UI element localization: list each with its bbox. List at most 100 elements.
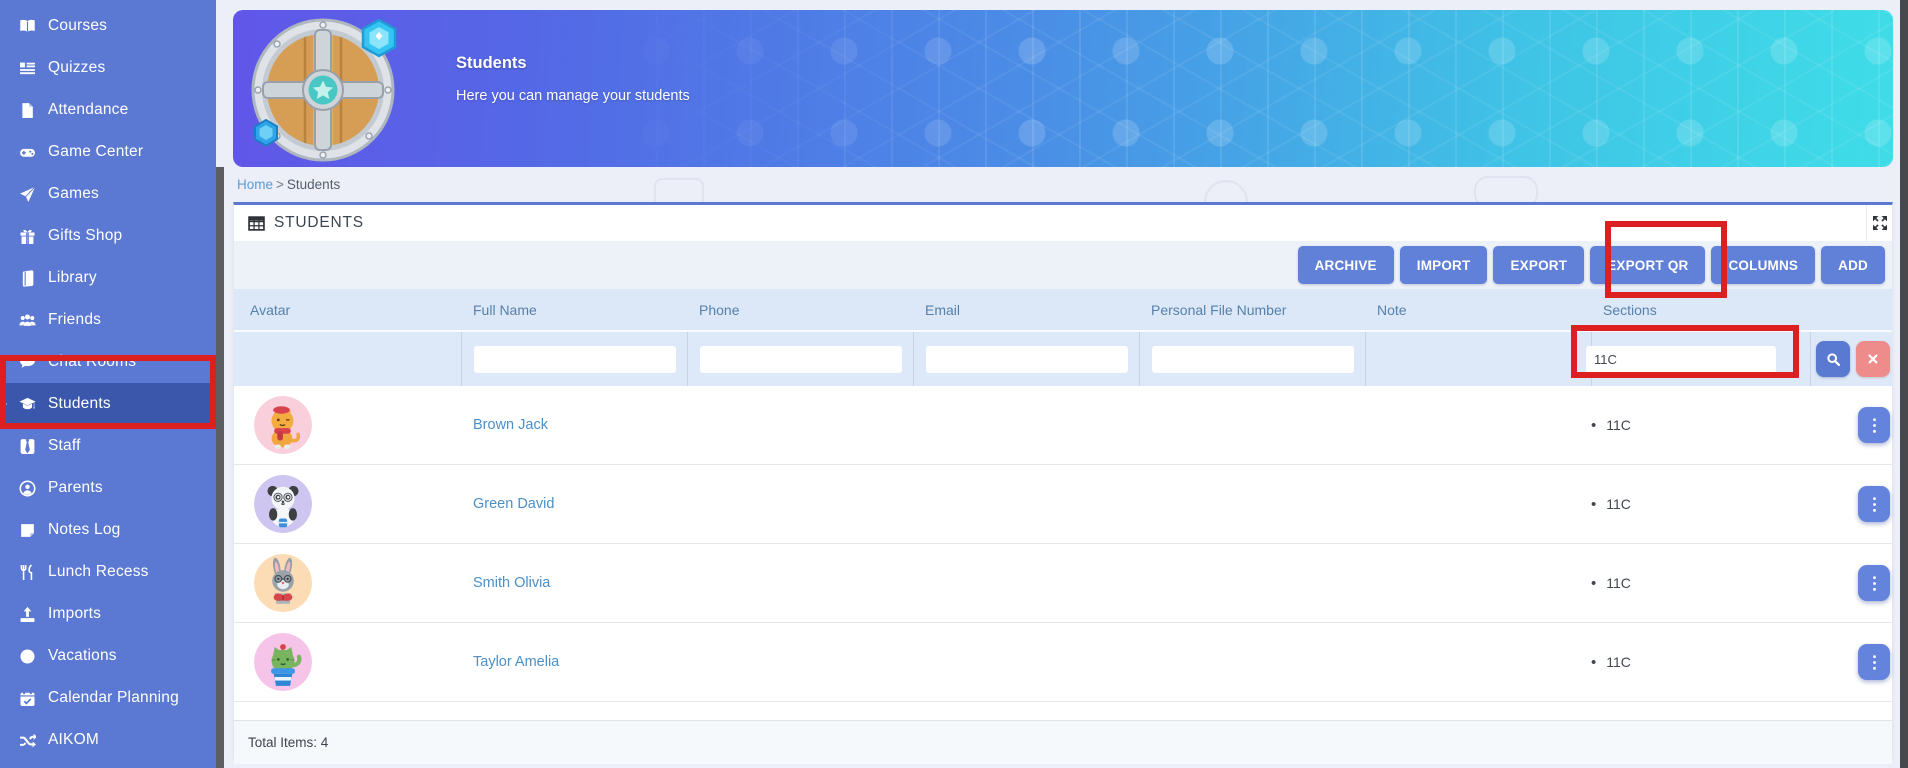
sidebar-item-chat-rooms[interactable]: Chat Rooms (0, 341, 216, 383)
student-name-link[interactable]: Green David (461, 496, 554, 512)
book-icon (17, 269, 37, 287)
chat-bubble-icon (17, 353, 37, 371)
sticky-note-icon (17, 521, 37, 539)
cell-sections: 11C (1591, 386, 1810, 464)
columns-button[interactable]: COLUMNS (1711, 246, 1815, 284)
sidebar-item-lunch-recess[interactable]: Lunch Recess (0, 551, 216, 593)
cell-email (913, 623, 1139, 701)
filter-cell-note (1365, 332, 1591, 386)
breadcrumb-home-link[interactable]: Home (237, 177, 273, 192)
expand-button[interactable] (1866, 205, 1892, 241)
filter-input-personal-file-number[interactable] (1152, 346, 1354, 373)
sidebar-item-parents[interactable]: Parents (0, 467, 216, 509)
student-name-link[interactable]: Brown Jack (461, 417, 548, 433)
shuffle-icon (17, 731, 37, 749)
panel-title: STUDENTS (274, 214, 364, 232)
users-icon (17, 311, 37, 329)
sidebar-item-imports[interactable]: Imports (0, 593, 216, 635)
filter-input-sections[interactable] (1586, 346, 1776, 373)
cell-personal-file-number (1139, 623, 1365, 701)
sidebar-item-label: Game Center (48, 143, 143, 161)
vertical-ellipsis-icon (1872, 496, 1877, 513)
filter-clear-button[interactable] (1856, 341, 1890, 377)
sidebar-item-aikom[interactable]: AIKOM (0, 719, 216, 761)
filter-input-full-name[interactable] (474, 346, 676, 373)
filter-input-phone[interactable] (700, 346, 902, 373)
gift-icon (17, 227, 37, 245)
sidebar-item-friends[interactable]: Friends (0, 299, 216, 341)
sidebar-item-label: Calendar Planning (48, 689, 179, 707)
add-button[interactable]: ADD (1821, 246, 1885, 284)
table-toolbar: ARCHIVE IMPORT EXPORT EXPORT QR COLUMNS … (234, 241, 1892, 289)
sidebar-item-label: Students (48, 395, 111, 413)
filter-input-email[interactable] (926, 346, 1128, 373)
upload-icon (17, 605, 37, 623)
sidebar-nav: Courses Quizzes Attendance Game Center Games… (0, 0, 216, 768)
avatar-cactus-cat-illustration[interactable] (254, 633, 312, 691)
row-actions-button[interactable] (1858, 644, 1890, 680)
cell-phone (687, 386, 913, 464)
column-header-avatar[interactable]: Avatar (234, 302, 461, 318)
sidebar-item-label: Imports (48, 605, 101, 623)
column-header-sections[interactable]: Sections (1591, 302, 1810, 318)
avatar-bunny-illustration[interactable] (254, 554, 312, 612)
row-actions-button[interactable] (1858, 486, 1890, 522)
sidebar-item-label: Library (48, 269, 97, 287)
page-scrollbar[interactable] (1900, 0, 1908, 768)
gamepad-icon (17, 143, 37, 161)
column-header-full-name[interactable]: Full Name (461, 302, 687, 318)
sidebar-scrollbar[interactable] (216, 167, 224, 768)
sidebar-item-label: Games (48, 185, 99, 203)
row-actions-button[interactable] (1858, 407, 1890, 443)
table-footer: Total Items: 4 (234, 720, 1892, 764)
export-qr-button[interactable]: EXPORT QR (1590, 246, 1705, 284)
sidebar-item-attendance[interactable]: Attendance (0, 89, 216, 131)
student-name-link[interactable]: Smith Olivia (461, 575, 550, 591)
sidebar-item-courses[interactable]: Courses (0, 5, 216, 47)
vertical-ellipsis-icon (1872, 654, 1877, 671)
cell-note (1365, 386, 1591, 464)
sidebar-item-notes-log[interactable]: Notes Log (0, 509, 216, 551)
gem-small-icon (255, 120, 277, 146)
export-button[interactable]: EXPORT (1493, 246, 1584, 284)
avatar-panda-illustration[interactable] (254, 475, 312, 533)
filter-search-button[interactable] (1816, 341, 1850, 377)
archive-button[interactable]: ARCHIVE (1298, 246, 1394, 284)
main-content: Students Here you can manage your studen… (224, 0, 1900, 768)
import-button[interactable]: IMPORT (1400, 246, 1488, 284)
sidebar-item-staff[interactable]: Staff (0, 425, 216, 467)
vertical-ellipsis-icon (1872, 575, 1877, 592)
total-items-label: Total Items: 4 (248, 735, 328, 750)
user-circle-icon (17, 479, 37, 497)
expand-arrows-icon (1872, 215, 1888, 231)
row-actions-button[interactable] (1858, 565, 1890, 601)
column-header-note[interactable]: Note (1365, 302, 1591, 318)
sidebar-item-label: AIKOM (48, 731, 99, 749)
cell-email (913, 544, 1139, 622)
shield-illustration (245, 14, 410, 167)
sidebar-item-vacations[interactable]: Vacations (0, 635, 216, 677)
sidebar-item-game-center[interactable]: Game Center (0, 131, 216, 173)
column-header-phone[interactable]: Phone (687, 302, 913, 318)
sidebar-item-games[interactable]: Games (0, 173, 216, 215)
x-icon (1867, 353, 1879, 365)
sidebar-item-label: Chat Rooms (48, 353, 136, 371)
file-icon (17, 101, 37, 119)
sidebar-item-gifts-shop[interactable]: Gifts Shop (0, 215, 216, 257)
column-header-personal-file-number[interactable]: Personal File Number (1139, 302, 1365, 318)
vertical-ellipsis-icon (1872, 417, 1877, 434)
sidebar-item-students[interactable]: Students (0, 383, 216, 425)
avatar-cat-illustration[interactable] (254, 396, 312, 454)
cell-note (1365, 623, 1591, 701)
sidebar-item-quizzes[interactable]: Quizzes (0, 47, 216, 89)
filter-cell-avatar (234, 332, 461, 386)
breadcrumb-separator: > (276, 177, 284, 192)
sidebar-item-calendar-planning[interactable]: Calendar Planning (0, 677, 216, 719)
column-header-email[interactable]: Email (913, 302, 1139, 318)
student-name-link[interactable]: Taylor Amelia (461, 654, 559, 670)
sidebar-item-library[interactable]: Library (0, 257, 216, 299)
cell-note (1365, 544, 1591, 622)
sidebar-item-label: Quizzes (48, 59, 105, 77)
cell-note (1365, 465, 1591, 543)
students-panel: STUDENTS ARCHIVE IMPORT EXPORT EXPORT QR… (233, 202, 1893, 758)
